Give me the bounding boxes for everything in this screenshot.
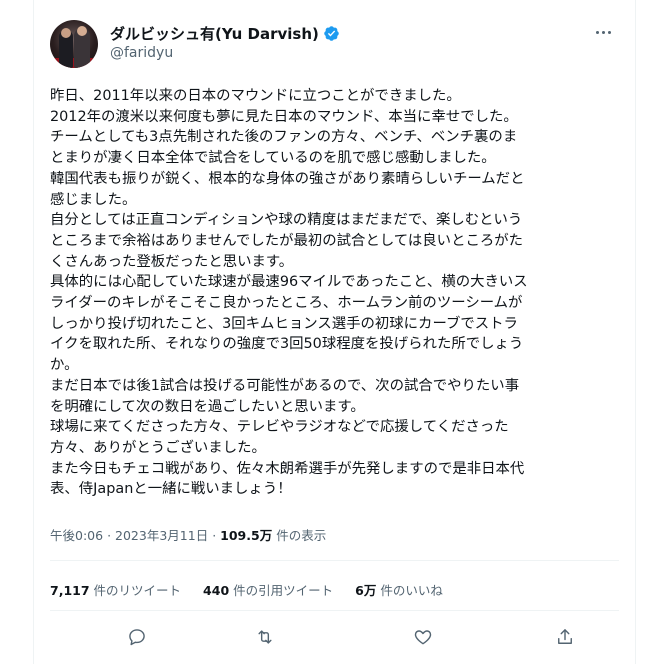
retweets-label: 件のリツイート xyxy=(93,583,182,598)
tweet-text: 昨日、2011年以来の日本のマウンドに立つことができました。 2012年の渡米以来… xyxy=(50,86,622,500)
tweet-text-line: 球場に来てくださった方々、テレビやラジオなどで応援してくださった xyxy=(50,419,509,436)
tweet-text-line: 方々、ありがとうございました。 xyxy=(50,439,266,456)
tweet-text-line: しっかり投げ切れたこと、3回キムヒョンス選手の初球にカーブでストラ xyxy=(50,315,518,332)
retweet-icon[interactable] xyxy=(252,624,278,650)
tweet-stats: 7,117 件のリツイート 440 件の引用ツイート 6万 件のいいね xyxy=(50,580,465,599)
tweet-text-line: か。 xyxy=(50,357,79,374)
views-count: 109.5万 xyxy=(220,528,273,543)
tweet-text-line: まだ日本では後1試合は投げる可能性があるので、次の試合でやりたい事 xyxy=(50,377,520,394)
like-icon[interactable] xyxy=(410,624,436,650)
tweet-text-line: イクを取れた所、それなりの強度で3回50球程度を投げられた所でしょう xyxy=(50,336,524,353)
quotes-label: 件の引用ツイート xyxy=(233,583,334,598)
quotes-stat[interactable]: 440 件の引用ツイート xyxy=(203,580,333,599)
retweets-stat[interactable]: 7,117 件のリツイート xyxy=(50,580,181,599)
likes-label: 件のいいね xyxy=(380,583,443,598)
share-icon[interactable] xyxy=(552,624,578,650)
likes-count: 6万 xyxy=(355,583,377,598)
tweet-text-line: ところまで余裕はありませんでしたが最初の試合としては良いところがた xyxy=(50,232,524,249)
quotes-count: 440 xyxy=(203,583,230,598)
tweet-text-line: 自分としては正直コンディションや球の精度はまだまだで、楽しむという xyxy=(50,212,523,229)
tweet-text-line: チームとしても3点先制された後のファンの方々、ベンチ、ベンチ裏のま xyxy=(50,129,518,146)
divider xyxy=(50,560,619,561)
tweet-text-line: とまりが凄く日本全体で試合をしているのを肌で感じ感動しました。 xyxy=(50,150,496,167)
display-name[interactable]: ダルビッシュ有(Yu Darvish) xyxy=(110,23,319,44)
tweet-text-line: 韓国代表も振りが鋭く、根本的な身体の強さがあり素晴らしいチームだと xyxy=(50,170,525,187)
meta-separator: · xyxy=(107,528,112,543)
tweet-card: ダルビッシュ有(Yu Darvish) @faridyu 昨日、2011年以来の… xyxy=(33,0,636,664)
verified-badge-icon xyxy=(324,26,339,41)
retweets-count: 7,117 xyxy=(50,583,90,598)
tweet-text-line: 表、侍Japanと一緒に戦いましょう！ xyxy=(50,481,292,498)
views-label: 件の表示 xyxy=(276,528,327,543)
tweet-text-line: を明確にして次の数日を過ごしたいと思います。 xyxy=(50,398,365,415)
tweet-text-line: 昨日、2011年以来の日本のマウンドに立つことができました。 xyxy=(50,88,461,104)
meta-separator: · xyxy=(212,528,217,543)
tweet-text-line: また今日もチェコ戦があり、佐々木朗希選手が先発しますので是非日本代 xyxy=(50,460,525,477)
author-name-row[interactable]: ダルビッシュ有(Yu Darvish) xyxy=(110,23,340,44)
avatar[interactable] xyxy=(50,20,98,68)
reply-icon[interactable] xyxy=(124,624,150,650)
tweet-meta: 午後0:06 · 2023年3月11日 · 109.5万 件の表示 xyxy=(50,525,326,544)
tweet-text-line: 具体的には心配していた球速が最速96マイルであったこと、横の大きいス xyxy=(50,274,528,291)
tweet-date[interactable]: 2023年3月11日 xyxy=(115,528,208,543)
divider xyxy=(50,610,619,611)
tweet-header: ダルビッシュ有(Yu Darvish) @faridyu xyxy=(50,14,619,68)
tweet-text-line: くさんあった登板だったと思います。 xyxy=(50,253,294,270)
tweet-text-line: 感じました。 xyxy=(50,191,137,208)
tweet-time[interactable]: 午後0:06 xyxy=(50,528,103,543)
user-handle[interactable]: @faridyu xyxy=(110,45,173,61)
tweet-text-line: ライダーのキレがそこそこ良かったところ、ホームラン前のツーシームが xyxy=(50,295,523,312)
tweet-text-line: 2012年の渡米以来何度も夢に見た日本のマウンド、本当に幸せでした。 xyxy=(50,108,518,125)
tweet-actions xyxy=(50,624,619,650)
more-icon[interactable] xyxy=(591,22,615,42)
likes-stat[interactable]: 6万 件のいいね xyxy=(355,580,443,599)
